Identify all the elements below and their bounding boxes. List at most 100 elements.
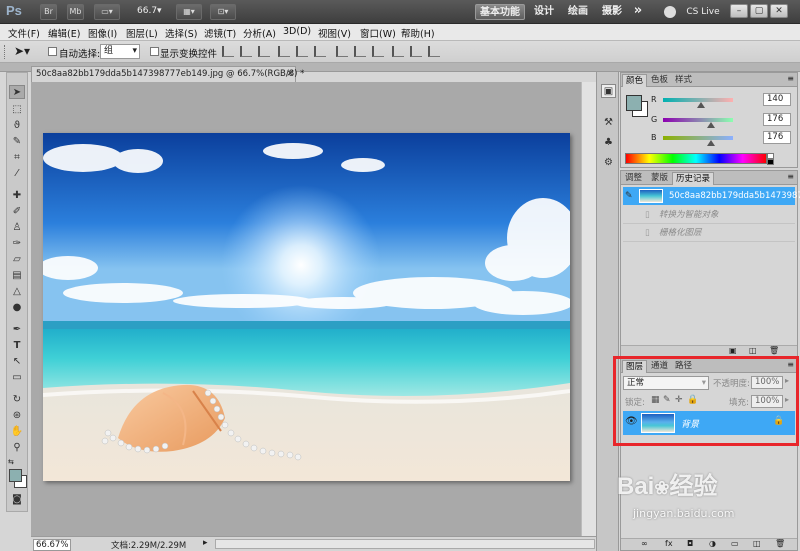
menu-window[interactable]: 窗口(W)	[360, 26, 396, 40]
workspace-photography[interactable]: 摄影	[600, 4, 624, 20]
brush-tool-icon[interactable]: ✐	[9, 205, 25, 219]
bridge-button[interactable]: Br	[40, 4, 57, 20]
menu-image[interactable]: 图像(I)	[88, 26, 117, 40]
menu-layer[interactable]: 图层(L)	[126, 26, 158, 40]
history-panel-menu-icon[interactable]: ≡	[787, 172, 794, 181]
history-brush-tool-icon[interactable]: ✑	[9, 237, 25, 251]
distribute-left-icon[interactable]	[392, 46, 404, 57]
lasso-tool-icon[interactable]: ϑ	[9, 119, 25, 133]
menu-help[interactable]: 帮助(H)	[401, 26, 435, 40]
workspace-essentials[interactable]: 基本功能	[475, 4, 525, 20]
distribute-hcenter-icon[interactable]	[410, 46, 422, 57]
distribute-vcenter-icon[interactable]	[354, 46, 366, 57]
minibridge-button[interactable]: Mb	[67, 4, 84, 20]
color-spectrum-bar[interactable]	[625, 153, 767, 164]
menu-edit[interactable]: 编辑(E)	[48, 26, 80, 40]
cslive-button[interactable]: CS Live	[680, 4, 726, 20]
3d-rotate-tool-icon[interactable]: ↻	[9, 393, 25, 407]
close-button[interactable]: ✕	[770, 4, 788, 18]
r-slider-thumb[interactable]	[697, 102, 706, 108]
status-menu-arrow-icon[interactable]: ▸	[203, 538, 208, 548]
new-snapshot-icon[interactable]: ◫	[749, 346, 757, 355]
quick-mask-icon[interactable]: ◙	[9, 493, 25, 507]
menu-filter[interactable]: 滤镜(T)	[204, 26, 236, 40]
tab-swatches[interactable]: 色板	[648, 74, 671, 87]
delete-state-icon[interactable]: 🗑	[769, 346, 779, 355]
align-bottom-icon[interactable]	[258, 46, 270, 57]
g-slider-thumb[interactable]	[707, 122, 716, 128]
link-layers-icon[interactable]: ∞	[641, 539, 648, 548]
minimize-button[interactable]: –	[730, 4, 748, 18]
align-right-icon[interactable]	[314, 46, 326, 57]
align-hcenter-icon[interactable]	[296, 46, 308, 57]
document-tab[interactable]: 50c8aa82bb179dda5b147398777eb149.jpg @ 6…	[31, 66, 304, 82]
tab-color[interactable]: 颜色	[622, 74, 648, 87]
character-panel-icon[interactable]: ⚙	[601, 156, 616, 170]
restore-button[interactable]: ▢	[750, 4, 768, 18]
eyedropper-tool-icon[interactable]: ⁄	[9, 167, 25, 181]
workspace-painting[interactable]: 绘画	[566, 4, 590, 20]
align-top-icon[interactable]	[222, 46, 234, 57]
status-zoom[interactable]: 66.67%	[33, 539, 72, 551]
swap-colors-icon[interactable]: ⇆	[8, 458, 14, 466]
zoom-level[interactable]: 66.7	[137, 6, 157, 16]
tool-presets-icon[interactable]: ⚒	[601, 116, 616, 130]
auto-select-checkbox[interactable]	[48, 47, 57, 56]
hand-tool-icon[interactable]: ✋	[9, 425, 25, 439]
canvas-vertical-scrollbar[interactable]	[581, 82, 596, 536]
align-left-icon[interactable]	[278, 46, 290, 57]
menu-view[interactable]: 视图(V)	[318, 26, 351, 40]
color-foreground-swatch[interactable]	[626, 95, 642, 111]
b-slider-track[interactable]	[663, 136, 733, 140]
path-select-tool-icon[interactable]: ↖	[9, 355, 25, 369]
move-tool-icon[interactable]: ➤	[9, 85, 25, 99]
g-value-field[interactable]: 176	[763, 113, 791, 126]
new-group-icon[interactable]: ▭	[731, 539, 739, 548]
distribute-right-icon[interactable]	[428, 46, 440, 57]
new-layer-icon[interactable]: ◫	[753, 539, 761, 548]
tab-adjustments[interactable]: 调整	[622, 172, 645, 185]
history-snapshot-row[interactable]: ✎ 50c8aa82bb179dda5b1473987...	[623, 187, 800, 205]
mini-bridge-icon[interactable]: ▣	[601, 84, 616, 98]
menu-select[interactable]: 选择(S)	[165, 26, 197, 40]
zoom-tool-icon[interactable]: ⚲	[9, 441, 25, 455]
menu-analysis[interactable]: 分析(A)	[243, 26, 276, 40]
view-extras-button[interactable]: ▭▾	[94, 4, 120, 20]
auto-select-dropdown[interactable]: 组 ▾	[100, 44, 140, 59]
eraser-tool-icon[interactable]: ▱	[9, 253, 25, 267]
new-document-from-state-icon[interactable]: ▣	[729, 346, 737, 355]
quick-select-tool-icon[interactable]: ✎	[9, 135, 25, 149]
arrange-documents-button[interactable]: ▦▾	[176, 4, 202, 20]
add-mask-icon[interactable]: ◘	[687, 539, 693, 548]
g-slider-track[interactable]	[663, 118, 733, 122]
canvas-horizontal-scrollbar[interactable]	[215, 539, 595, 549]
show-transform-checkbox[interactable]	[150, 47, 159, 56]
gradient-tool-icon[interactable]: ▤	[9, 269, 25, 283]
tab-history[interactable]: 历史记录	[672, 172, 715, 185]
history-step-row[interactable]: ▯ 转换为智能对象	[623, 206, 795, 224]
clone-source-icon[interactable]: ♣	[601, 136, 616, 150]
pen-tool-icon[interactable]: ✒	[9, 323, 25, 337]
marquee-tool-icon[interactable]: ⬚	[9, 103, 25, 117]
document-close-icon[interactable]: ×	[286, 68, 294, 79]
more-workspaces-button[interactable]: »	[630, 4, 646, 20]
adjustment-layer-icon[interactable]: ◑	[709, 539, 716, 548]
clone-stamp-tool-icon[interactable]: ♙	[9, 221, 25, 235]
3d-orbit-tool-icon[interactable]: ⊛	[9, 409, 25, 423]
color-panel-menu-icon[interactable]: ≡	[787, 74, 794, 83]
type-tool-icon[interactable]: T	[9, 339, 25, 353]
menu-file[interactable]: 文件(F)	[8, 26, 40, 40]
distribute-top-icon[interactable]	[336, 46, 348, 57]
menu-3d[interactable]: 3D(D)	[283, 26, 311, 37]
blur-tool-icon[interactable]: △	[9, 285, 25, 299]
beach-photo-canvas[interactable]	[43, 133, 570, 481]
history-step-row[interactable]: ▯ 栅格化图层	[623, 224, 795, 242]
distribute-bottom-icon[interactable]	[372, 46, 384, 57]
move-tool-preset-icon[interactable]: ➤▾	[14, 44, 30, 58]
crop-tool-icon[interactable]: ⌗	[9, 151, 25, 165]
shape-tool-icon[interactable]: ▭	[9, 371, 25, 385]
healing-brush-tool-icon[interactable]: ✚	[9, 189, 25, 203]
layer-style-icon[interactable]: fx	[665, 539, 673, 548]
tab-masks[interactable]: 蒙版	[648, 172, 671, 185]
align-vcenter-icon[interactable]	[240, 46, 252, 57]
